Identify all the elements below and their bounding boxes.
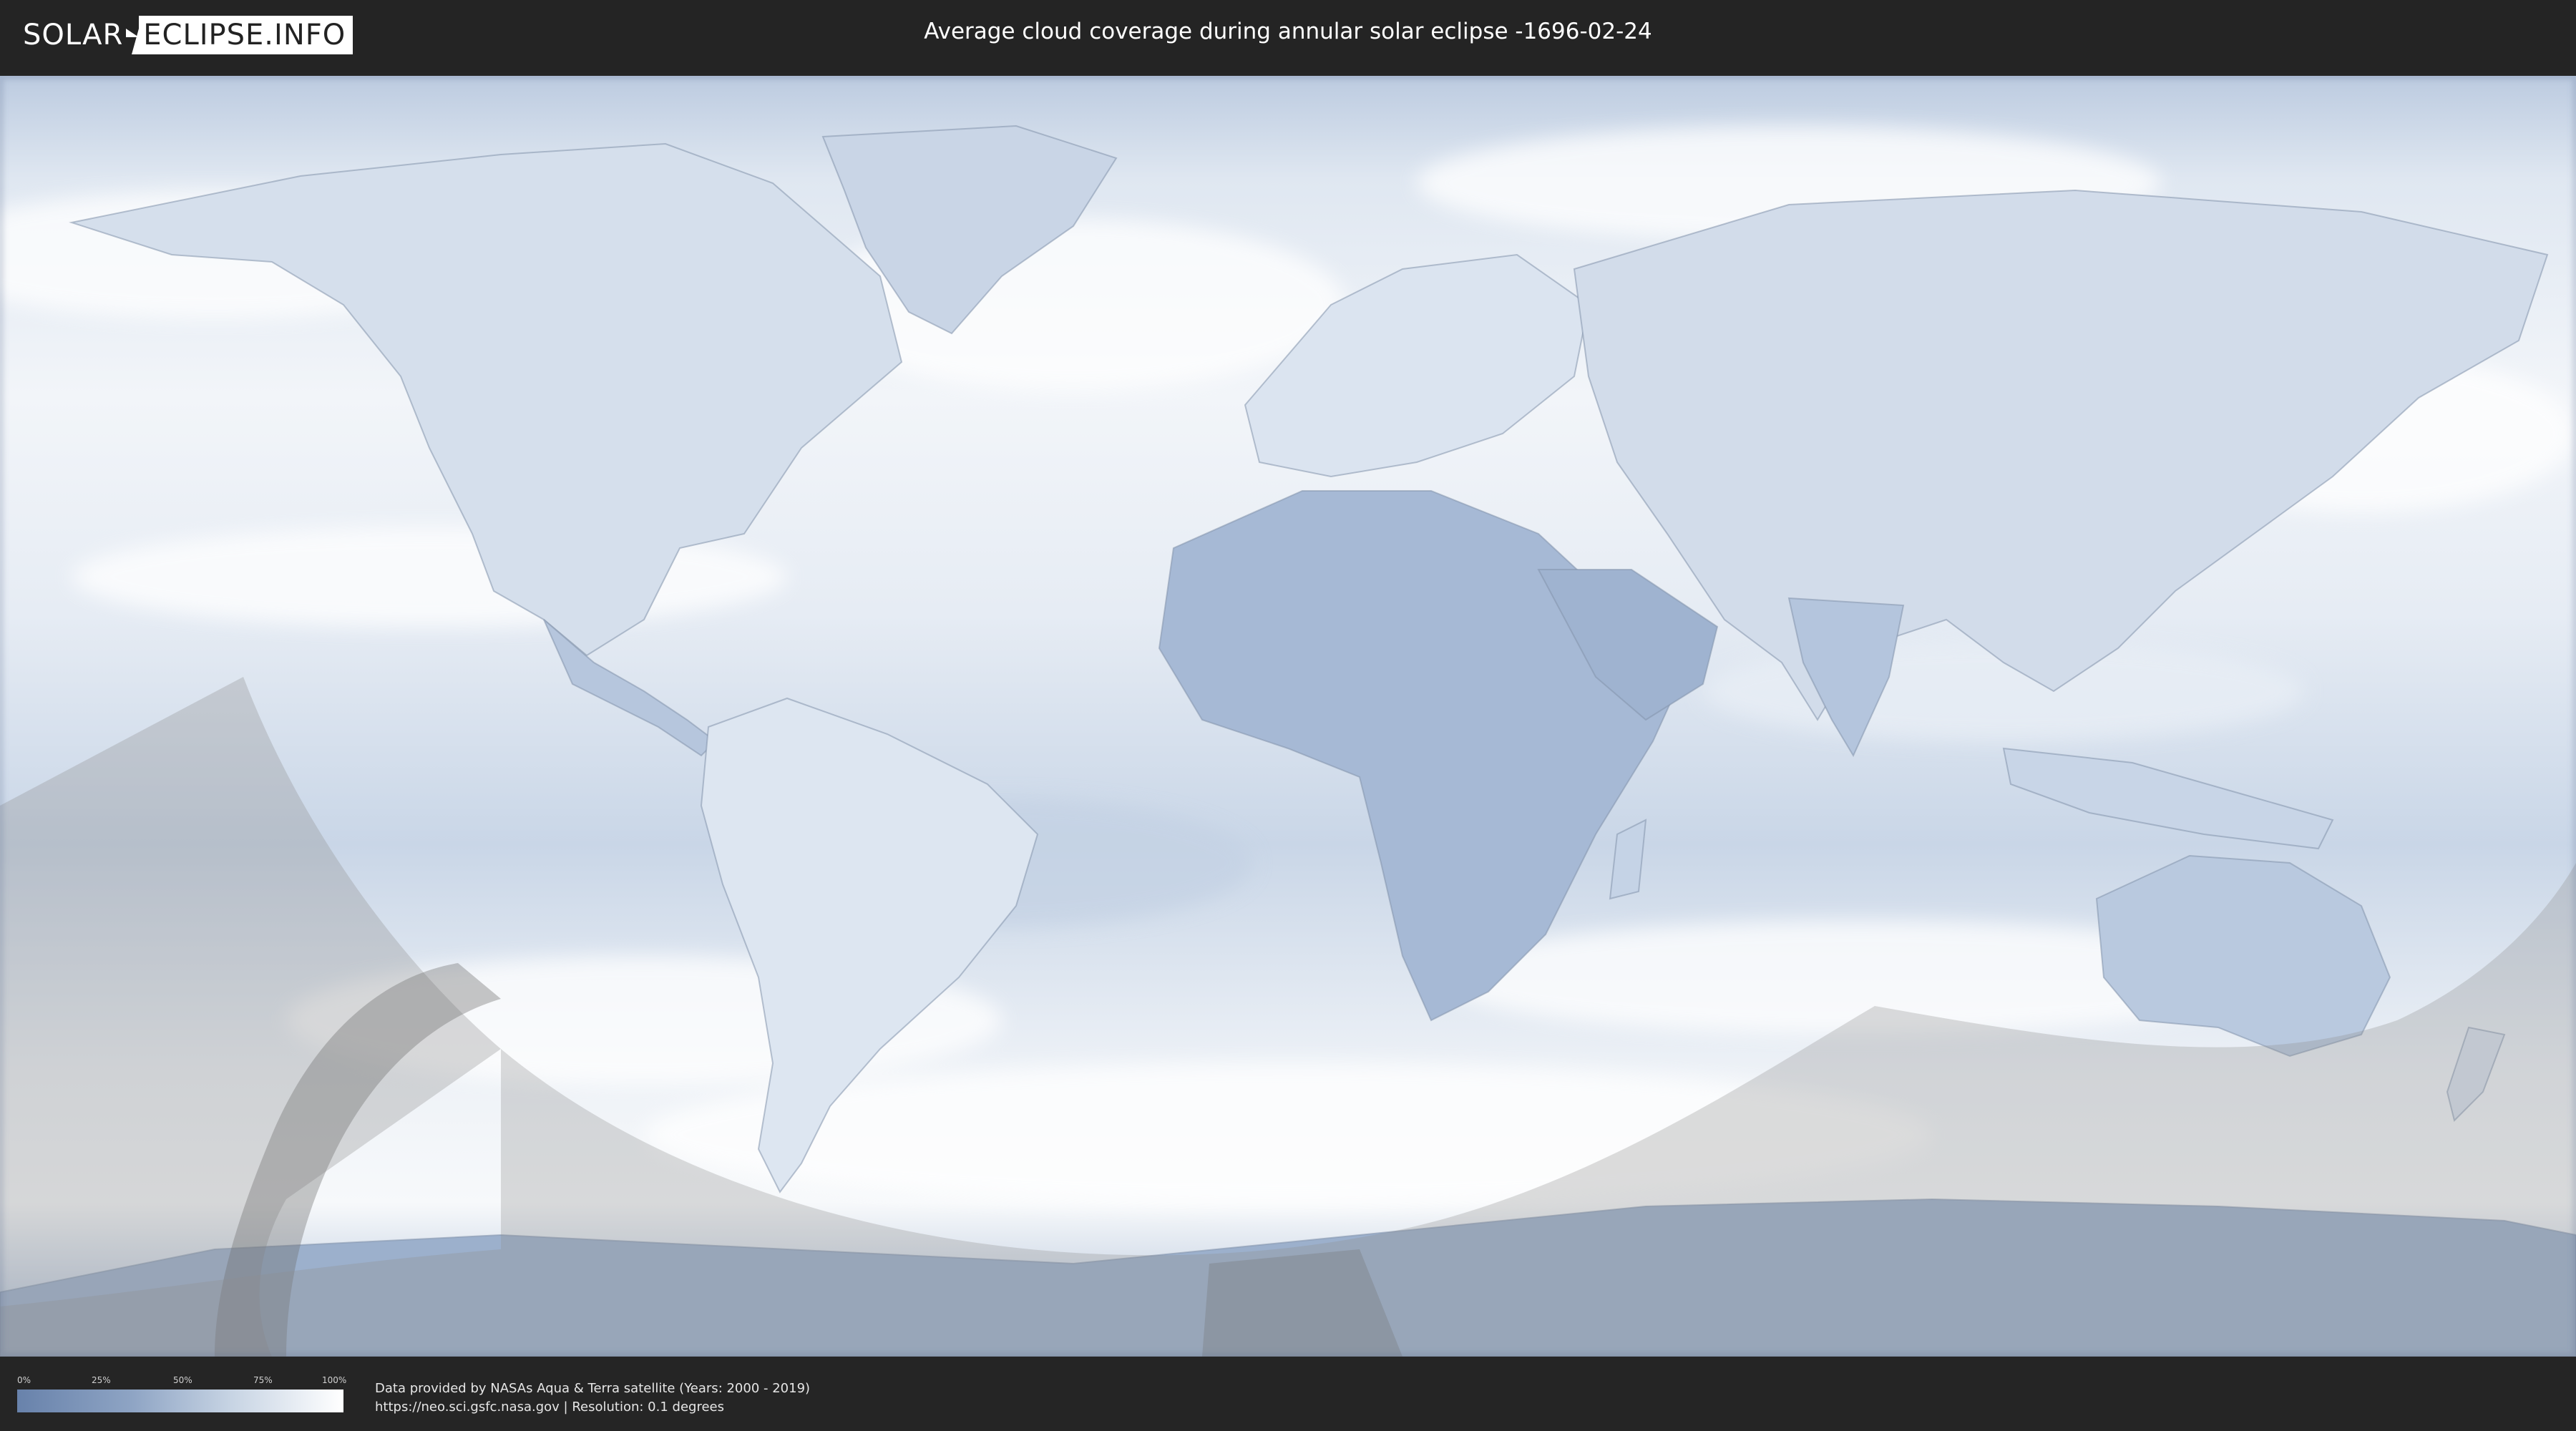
legend-tick: 100% (322, 1375, 347, 1385)
cloud-coverage-map (0, 76, 2576, 1357)
page: SOLAR ECLIPSE.INFO Average cloud coverag… (0, 0, 2576, 1431)
legend-tick: 25% (92, 1375, 111, 1385)
legend-color-ramp (17, 1390, 343, 1412)
attribution-link[interactable]: https://neo.sci.gsfc.nasa.gov | Resoluti… (375, 1398, 810, 1417)
page-title: Average cloud coverage during annular so… (924, 19, 1652, 44)
legend-tick: 75% (253, 1375, 273, 1385)
data-attribution: Data provided by NASAs Aqua & Terra sate… (375, 1379, 810, 1417)
footer-bar: 0% 25% 50% 75% 100% Data provided by NAS… (0, 1359, 2576, 1431)
header-bar: SOLAR ECLIPSE.INFO Average cloud coverag… (0, 0, 2576, 72)
attribution-source: Data provided by NASAs Aqua & Terra sate… (375, 1381, 811, 1396)
legend-tick: 50% (173, 1375, 192, 1385)
legend-tick: 0% (17, 1375, 31, 1385)
map-view[interactable] (0, 76, 2576, 1357)
